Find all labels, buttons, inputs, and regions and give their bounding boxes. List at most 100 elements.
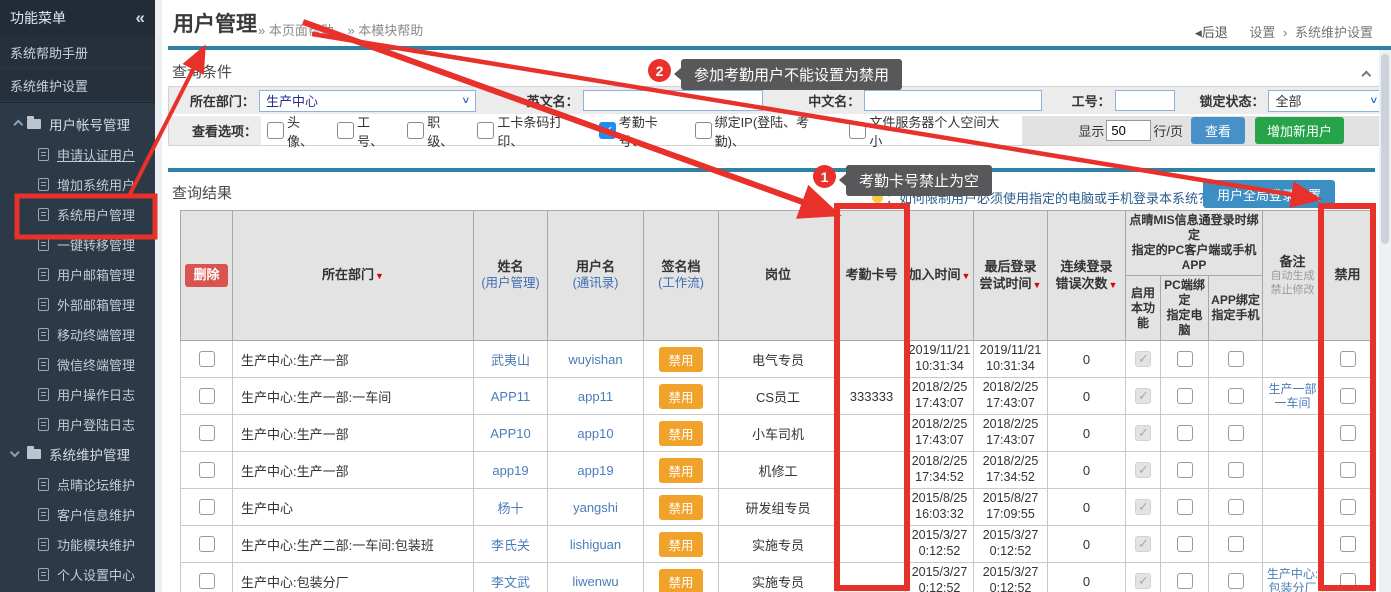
disabled-checkbox[interactable]	[1340, 573, 1356, 589]
job-number-input[interactable]	[1115, 90, 1175, 111]
mis-app-checkbox[interactable]	[1228, 388, 1244, 404]
mis-pc-checkbox[interactable]	[1177, 351, 1193, 367]
chinese-name-input[interactable]	[864, 90, 1042, 111]
row-select-checkbox[interactable]	[199, 388, 215, 404]
mis-app-checkbox[interactable]	[1228, 462, 1244, 478]
row-select-checkbox[interactable]	[199, 573, 215, 589]
page-size-input[interactable]	[1106, 120, 1151, 141]
disabled-checkbox[interactable]	[1340, 388, 1356, 404]
sidebar-item[interactable]: 个人设置中心	[0, 559, 155, 589]
sidebar-item[interactable]: 客户信息维护	[0, 499, 155, 529]
mis-app-checkbox[interactable]	[1228, 425, 1244, 441]
username-link[interactable]: app10	[577, 426, 613, 441]
sidebar-item[interactable]: 外部邮箱管理	[0, 289, 155, 319]
mis-app-checkbox[interactable]	[1228, 351, 1244, 367]
global-login-settings-button[interactable]: 用户全局登录设置	[1203, 180, 1335, 208]
option-checkbox[interactable]	[337, 122, 354, 139]
mis-pc-checkbox[interactable]	[1177, 573, 1193, 589]
lock-status-select[interactable]: 全部˅	[1268, 90, 1384, 112]
breadcrumb-maintenance[interactable]: 系统维护设置	[1295, 25, 1373, 40]
username-link[interactable]: app19	[577, 463, 613, 478]
signature-disabled-button[interactable]: 禁用	[659, 569, 702, 592]
sidebar-group-user-accounts[interactable]: 用户帐号管理	[0, 109, 155, 139]
name-link[interactable]: 杨十	[497, 501, 523, 516]
page-help-link[interactable]: » 本页面帮助	[258, 23, 334, 38]
name-link[interactable]: 李文武	[491, 575, 530, 590]
row-select-checkbox[interactable]	[199, 536, 215, 552]
search-button[interactable]: 查看	[1191, 117, 1245, 144]
back-link[interactable]: ◀后退	[1195, 25, 1228, 40]
header-join-time[interactable]: 加入时间▼	[906, 211, 974, 341]
mis-app-checkbox[interactable]	[1228, 536, 1244, 552]
sidebar-item[interactable]: 用户邮箱管理	[0, 259, 155, 289]
row-select-checkbox[interactable]	[199, 462, 215, 478]
sidebar-item[interactable]: 移动终端管理	[0, 319, 155, 349]
disabled-checkbox[interactable]	[1340, 536, 1356, 552]
sidebar-group-system-maintenance[interactable]: 系统维护管理	[0, 439, 155, 469]
disabled-checkbox[interactable]	[1340, 425, 1356, 441]
mis-pc-checkbox[interactable]	[1177, 499, 1193, 515]
sidebar-item[interactable]: 点晴论坛维护	[0, 469, 155, 499]
view-option[interactable]: 文件服务器个人空间大小	[849, 112, 1010, 150]
signature-disabled-button[interactable]: 禁用	[659, 421, 702, 446]
header-login-errors[interactable]: 连续登录 错误次数▼	[1048, 211, 1126, 341]
username-link[interactable]: wuyishan	[568, 352, 622, 367]
view-option[interactable]: 头像、	[267, 112, 325, 150]
query-collapse-icon[interactable]	[1360, 66, 1375, 84]
mis-pc-checkbox[interactable]	[1177, 425, 1193, 441]
delete-button[interactable]: 删除	[185, 264, 227, 286]
option-checkbox[interactable]	[695, 122, 712, 139]
disabled-checkbox[interactable]	[1340, 351, 1356, 367]
username-link[interactable]: app11	[578, 389, 613, 404]
sidebar-item[interactable]: 一键转移管理	[0, 229, 155, 259]
page-scrollbar[interactable]	[1379, 50, 1391, 592]
header-name[interactable]: 姓名(用户管理)	[474, 211, 548, 341]
sidebar-item[interactable]: 系统维护设置	[0, 69, 155, 102]
name-link[interactable]: 武夷山	[491, 353, 530, 368]
sidebar-item[interactable]: 用户登陆日志	[0, 409, 155, 439]
breadcrumb-settings[interactable]: 设置	[1249, 25, 1275, 40]
view-option[interactable]: 考勤卡号、	[599, 112, 683, 150]
signature-disabled-button[interactable]: 禁用	[659, 532, 702, 557]
mis-app-checkbox[interactable]	[1228, 499, 1244, 515]
mis-app-checkbox[interactable]	[1228, 573, 1244, 589]
view-option[interactable]: 工卡条码打印、	[477, 112, 586, 150]
sidebar-item[interactable]: 功能模块维护	[0, 529, 155, 559]
sidebar-item[interactable]: 系统用户管理	[0, 199, 155, 229]
username-link[interactable]: yangshi	[573, 500, 618, 515]
signature-disabled-button[interactable]: 禁用	[659, 347, 702, 372]
name-link[interactable]: APP11	[491, 389, 531, 404]
mis-pc-checkbox[interactable]	[1177, 536, 1193, 552]
sidebar-item[interactable]: 微信终端管理	[0, 349, 155, 379]
name-link[interactable]: app19	[492, 463, 528, 478]
mis-pc-checkbox[interactable]	[1177, 462, 1193, 478]
sidebar-item[interactable]: 系统帮助手册	[0, 36, 155, 69]
row-select-checkbox[interactable]	[199, 499, 215, 515]
english-name-input[interactable]	[583, 90, 763, 111]
disabled-checkbox[interactable]	[1340, 499, 1356, 515]
username-link[interactable]: lishiguan	[570, 537, 621, 552]
tip-text[interactable]: ：如何限制用户必须使用指定的电脑或手机登录本系统？	[886, 188, 1211, 207]
sidebar-collapse-icon[interactable]: «	[136, 8, 145, 28]
signature-disabled-button[interactable]: 禁用	[659, 458, 702, 483]
name-link[interactable]: 李氏关	[491, 538, 530, 553]
header-signature[interactable]: 签名档(工作流)	[644, 211, 719, 341]
option-checkbox[interactable]	[599, 122, 616, 139]
row-select-checkbox[interactable]	[199, 351, 215, 367]
mis-pc-checkbox[interactable]	[1177, 388, 1193, 404]
header-department[interactable]: 所在部门▼	[233, 211, 474, 341]
row-select-checkbox[interactable]	[199, 425, 215, 441]
sidebar-item[interactable]: 申请认证用户	[0, 139, 155, 169]
header-last-login[interactable]: 最后登录 尝试时间▼	[974, 211, 1048, 341]
option-checkbox[interactable]	[267, 122, 284, 139]
module-help-link[interactable]: » 本模块帮助	[347, 23, 423, 38]
add-user-button[interactable]: 增加新用户	[1255, 117, 1344, 144]
sidebar-item[interactable]: 增加系统用户	[0, 169, 155, 199]
view-option[interactable]: 绑定IP(登陆、考勤)、	[695, 112, 838, 150]
scrollbar-thumb[interactable]	[1381, 54, 1389, 244]
disabled-checkbox[interactable]	[1340, 462, 1356, 478]
username-link[interactable]: liwenwu	[572, 574, 618, 589]
option-checkbox[interactable]	[407, 122, 424, 139]
name-link[interactable]: APP10	[490, 426, 530, 441]
sidebar-item[interactable]: 用户操作日志	[0, 379, 155, 409]
